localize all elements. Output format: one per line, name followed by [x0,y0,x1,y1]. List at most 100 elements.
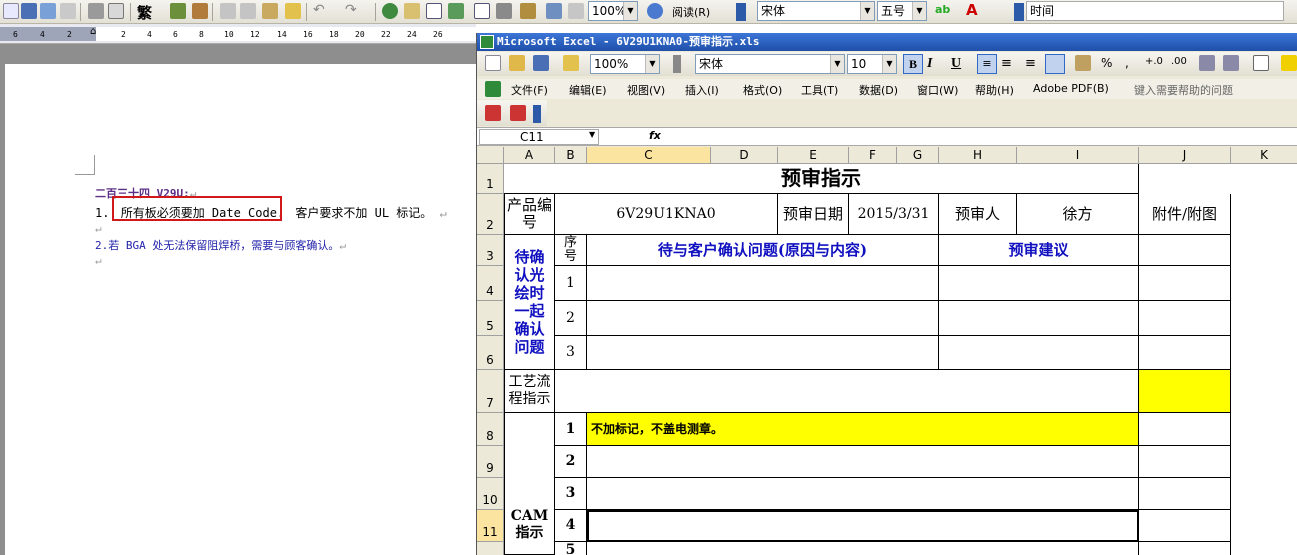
sheet-cell[interactable] [1139,446,1231,478]
row-header[interactable]: 2 [477,194,504,235]
align-left-icon[interactable]: ≡ [977,54,997,74]
undo-icon[interactable]: ↶ [313,2,325,18]
column-header[interactable]: I [1017,147,1139,164]
row-header[interactable]: 3 [477,235,504,266]
process-label[interactable]: 工艺流程指示 [504,370,555,413]
bold-button[interactable]: B [903,54,923,74]
sheet-cell[interactable] [1139,413,1231,446]
sheet-cell[interactable] [587,301,939,336]
fill-color-icon[interactable] [1281,55,1297,71]
increase-indent-icon[interactable] [1223,55,1239,71]
column-header[interactable]: A [504,147,555,164]
menu-adobe-pdf[interactable]: Adobe PDF(B) [1033,82,1109,95]
row-header[interactable] [477,542,504,555]
columns-icon[interactable] [474,3,490,19]
help-icon[interactable] [647,3,663,19]
chevron-down-icon[interactable]: ▼ [882,55,896,73]
name-box[interactable]: C11 [479,129,599,145]
format-painter-icon[interactable] [563,55,579,71]
save-icon[interactable] [21,3,37,19]
show-hide-icon[interactable] [546,3,562,19]
email-icon[interactable] [60,3,76,19]
research-icon[interactable] [192,3,208,19]
review-date-value[interactable]: 2015/3/31 [849,194,939,235]
format-painter-icon[interactable] [285,3,301,19]
style-font-combo[interactable]: 宋体 ▼ [757,1,875,21]
suggest-header[interactable]: 预审建议 [939,235,1139,266]
row-header[interactable]: 4 [477,266,504,301]
seq-label[interactable]: 序号 [555,235,587,266]
doc-map-icon[interactable] [520,3,536,19]
hyperlink-icon[interactable] [382,3,398,19]
sheet-cell[interactable] [587,478,1139,510]
sheet-cell[interactable] [1139,235,1231,266]
pdf-convert-icon[interactable] [485,105,501,121]
menu-help[interactable]: 帮助(H) [975,82,1014,98]
select-all-corner[interactable] [477,147,504,164]
spelling-icon[interactable] [170,3,186,19]
font-size-combo[interactable]: 五号 ▼ [877,1,927,21]
row-header[interactable]: 10 [477,478,504,510]
help-search-input[interactable]: 键入需要帮助的问题 [1134,82,1233,98]
chevron-down-icon[interactable]: ▼ [645,55,659,73]
excel-doc-icon[interactable] [485,81,501,97]
align-center-icon[interactable]: ≡ [1001,56,1012,71]
highlight-icon[interactable]: ab [935,3,950,16]
column-header[interactable]: E [778,147,849,164]
chevron-down-icon[interactable]: ▼ [830,55,844,73]
open-icon[interactable] [509,55,525,71]
column-header[interactable]: D [711,147,778,164]
sheet-cell[interactable] [1139,542,1231,555]
menu-file[interactable]: 文件(F) [511,82,548,98]
column-header[interactable]: J [1139,147,1231,164]
row-header[interactable]: 11 [477,510,504,542]
comma-icon[interactable]: , [1125,56,1129,70]
row-header[interactable]: 6 [477,336,504,370]
row-header[interactable]: 8 [477,413,504,446]
reviewer-value[interactable]: 徐方 [1017,194,1139,235]
print-preview-icon[interactable] [108,3,124,19]
new-doc-icon[interactable] [3,3,19,19]
indent-marker-icon[interactable]: ⌂ [90,26,96,37]
sheet-title[interactable]: 预审指示 [504,164,1139,194]
sheet-cell[interactable] [939,301,1139,336]
reviewer-label[interactable]: 预审人 [939,194,1017,235]
review-date-label[interactable]: 预审日期 [778,194,849,235]
sheet-cell[interactable] [1139,266,1231,301]
sheet-cell[interactable] [1139,336,1231,370]
merge-center-icon[interactable] [1045,54,1065,74]
menu-view[interactable]: 视图(V) [627,82,665,98]
document-page[interactable]: 二百三十四 V29U:↵ 1. 所有板必须要加 Date Code. 客户要求不… [5,64,476,555]
sheet-cell[interactable] [587,446,1139,478]
attach-label[interactable]: 附件/附图 [1139,194,1231,235]
sheet-cell[interactable] [1139,478,1231,510]
horizontal-ruler[interactable]: ⌂ 6 4 2 2 4 6 8 10 12 14 16 18 20 22 24 … [0,24,476,44]
issue-header[interactable]: 待与客户确认问题(原因与内容) [587,235,939,266]
align-right-icon[interactable]: ≡ [1025,56,1036,71]
copy-icon[interactable] [240,3,256,19]
pending-label[interactable]: 待确认光绘时一起确认问题 [504,235,555,370]
print-icon[interactable] [88,3,104,19]
row-header[interactable]: 5 [477,301,504,336]
active-cell-c11[interactable] [587,510,1139,542]
menu-data[interactable]: 数据(D) [859,82,898,98]
excel-zoom-combo[interactable]: 100% ▼ [590,54,660,74]
seq-cell[interactable]: 2 [555,301,587,336]
excel-size-combo[interactable]: 10 ▼ [847,54,897,74]
toolbar-overflow-icon[interactable] [533,105,541,123]
column-header[interactable]: H [939,147,1017,164]
row-header[interactable]: 9 [477,446,504,478]
cam-seq[interactable]: 2 [555,446,587,478]
toolbar-handle[interactable] [673,55,681,73]
cam-seq[interactable]: 5 [555,542,587,555]
column-header[interactable]: F [849,147,897,164]
cam-seq[interactable]: 4 [555,510,587,542]
chevron-down-icon[interactable]: ▼ [860,2,874,20]
chevron-down-icon[interactable]: ▼ [623,2,637,20]
decrease-decimal-icon[interactable]: .00 [1171,56,1187,67]
seq-cell[interactable]: 3 [555,336,587,370]
sheet-cell[interactable] [1139,301,1231,336]
pdf-email-icon[interactable] [510,105,526,121]
paragraph-icon[interactable] [568,3,584,19]
chevron-down-icon[interactable]: ▼ [589,130,595,139]
